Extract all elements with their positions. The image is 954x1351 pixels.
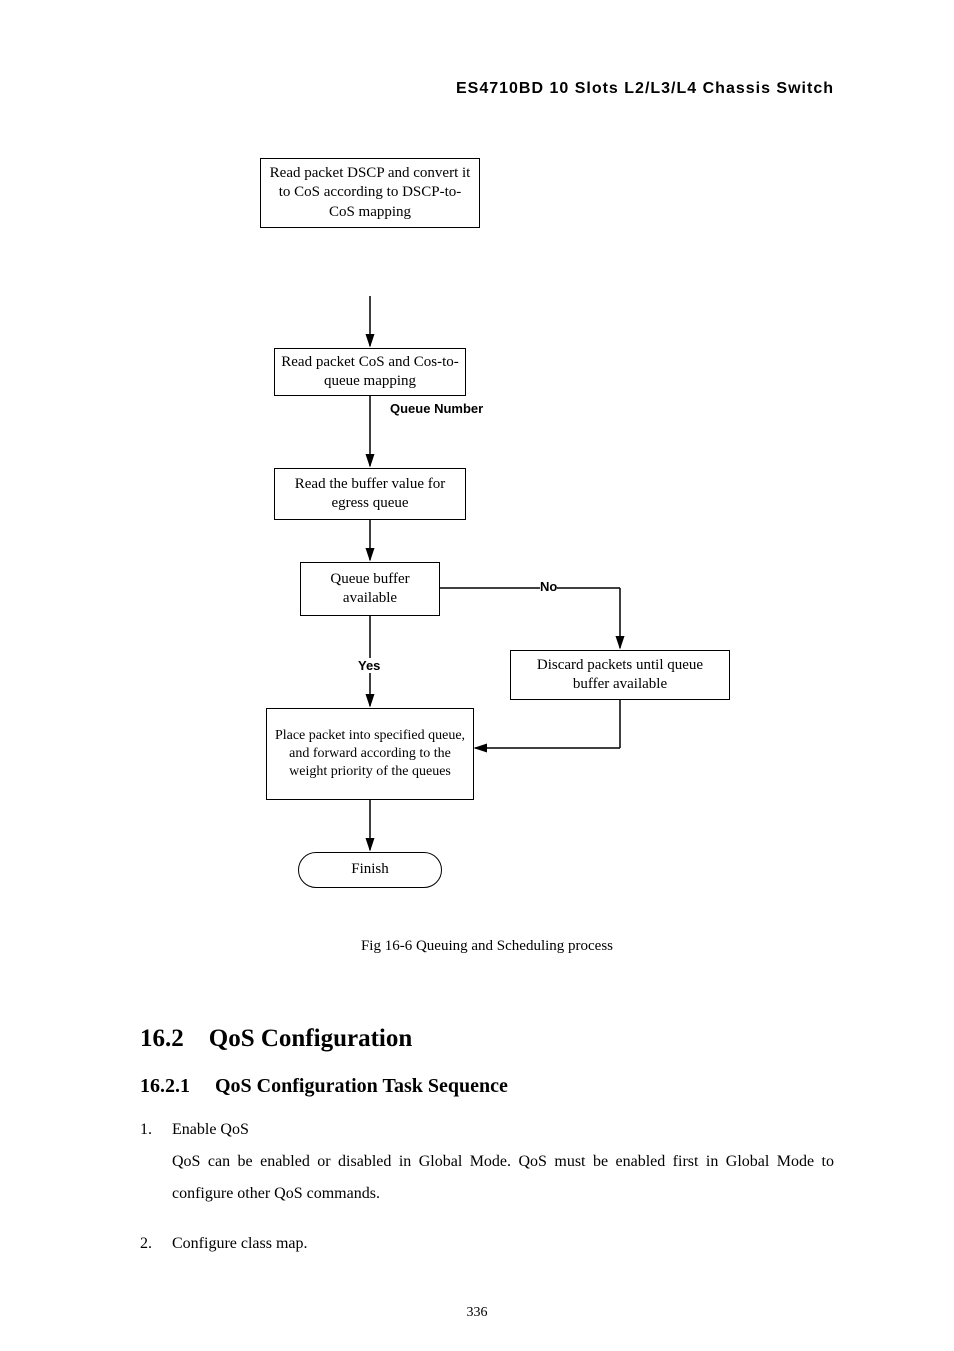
flow-discard: Discard packets until queue buffer avail… (510, 650, 730, 700)
list-number: 2. (140, 1228, 168, 1260)
section-heading: 16.2 QoS Configuration (140, 1025, 834, 1053)
section-title: QoS Configuration (209, 1025, 413, 1052)
figure-caption: Fig 16-6 Queuing and Scheduling process (140, 938, 834, 955)
flow-decision-buffer: Queue buffer available (300, 562, 440, 616)
flow-read-buffer: Read the buffer value for egress queue (274, 468, 466, 520)
flowchart: Start Read packet DSCP and convert it to… (260, 158, 780, 918)
list-head: Configure class map. (172, 1235, 308, 1252)
list-head: Enable QoS (172, 1121, 249, 1138)
subsection-num: 16.2.1 (140, 1075, 190, 1097)
flow-finish: Finish (298, 852, 442, 888)
subsection-title: QoS Configuration Task Sequence (215, 1075, 508, 1097)
page-header: ES4710BD 10 Slots L2/L3/L4 Chassis Switc… (140, 80, 834, 98)
label-no: No (540, 579, 557, 594)
flow-place-packet: Place packet into specified queue, and f… (266, 708, 474, 800)
list-item: 1. Enable QoS QoS can be enabled or disa… (140, 1114, 834, 1210)
flow-read-cos: Read packet CoS and Cos-to-queue mapping (274, 348, 466, 396)
label-queue-number: Queue Number (390, 401, 483, 416)
list-item: 2. Configure class map. (140, 1228, 834, 1260)
flow-read-dscp: Read packet DSCP and convert it to CoS a… (260, 158, 480, 228)
list-number: 1. (140, 1114, 168, 1146)
page-number: 336 (0, 1305, 954, 1321)
label-yes: Yes (358, 658, 380, 673)
subsection-heading: 16.2.1 QoS Configuration Task Sequence (140, 1075, 834, 1098)
flowchart-arrows (260, 158, 780, 918)
section-num: 16.2 (140, 1025, 184, 1052)
list-body: QoS can be enabled or disabled in Global… (172, 1146, 834, 1210)
